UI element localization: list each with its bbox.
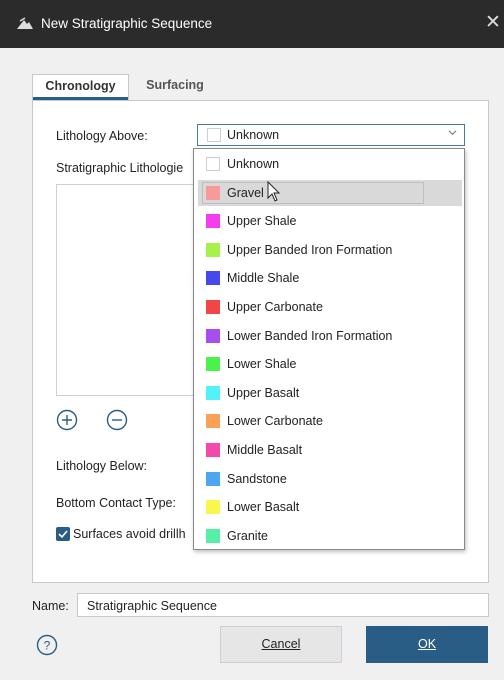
dropdown-item-lower-banded-iron-formation[interactable]: Lower Banded Iron Formation: [198, 323, 462, 349]
lithology-color-swatch: [206, 185, 220, 200]
dropdown-item-label: Upper Carbonate: [227, 300, 323, 314]
dropdown-item-label: Middle Shale: [227, 271, 300, 286]
lithology-color-swatch: [206, 500, 220, 515]
lithology-color-swatch: [206, 385, 220, 400]
dropdown-item-label: Lower Banded Iron Formation: [227, 328, 393, 343]
name-label: Name:: [32, 599, 69, 613]
tab-surfacing[interactable]: Surfacing: [135, 74, 215, 100]
dropdown-item-middle-basalt[interactable]: Middle Basalt: [198, 437, 462, 463]
lithology-color-swatch: [206, 528, 220, 543]
dropdown-item-upper-shale[interactable]: Upper Shale: [198, 208, 462, 234]
chevron-down-icon: [448, 130, 457, 136]
dropdown-item-unknown[interactable]: Unknown: [198, 151, 462, 177]
stratigraphic-lithologies-list[interactable]: [56, 184, 196, 396]
dropdown-item-upper-banded-iron-formation[interactable]: Upper Banded Iron Formation: [198, 237, 462, 263]
lithology-above-value: Unknown: [227, 128, 280, 142]
remove-icon[interactable]: [106, 409, 128, 431]
dropdown-item-label: Upper Shale: [227, 214, 297, 229]
dropdown-item-upper-basalt[interactable]: Upper Basalt: [198, 380, 462, 406]
close-icon[interactable]: ✕: [485, 13, 501, 32]
dropdown-item-label: Middle Basalt: [227, 443, 303, 457]
surfaces-avoid-label: Surfaces avoid drillh: [73, 527, 186, 541]
dropdown-item-lower-carbonate[interactable]: Lower Carbonate: [198, 408, 462, 434]
lithology-color-swatch: [206, 300, 220, 314]
lithology-dropdown-list: Unknown Gravel Upper Shale Upper Banded Iro…: [193, 148, 465, 550]
dropdown-item-label: Unknown: [227, 157, 280, 171]
name-field[interactable]: Stratigraphic Sequence: [77, 593, 489, 617]
title-bar: New Stratigraphic Sequence ✕: [0, 0, 504, 48]
lithology-color-swatch: [206, 414, 220, 429]
lithology-color-swatch: [206, 471, 220, 486]
cancel-button[interactable]: Cancel: [220, 626, 342, 663]
bottom-contact-type-label: Bottom Contact Type:: [56, 496, 176, 510]
mouse-cursor-icon: [267, 181, 281, 202]
name-field-value: Stratigraphic Sequence: [87, 599, 217, 613]
dropdown-item-label: Sandstone: [227, 471, 287, 486]
dropdown-item-gravel[interactable]: Gravel: [198, 179, 462, 206]
app-icon: [17, 17, 33, 29]
lithology-color-swatch: [206, 242, 220, 257]
help-icon[interactable]: ?: [36, 634, 58, 656]
tab-chronology[interactable]: Chronology: [32, 74, 129, 100]
ok-button[interactable]: OK: [366, 626, 488, 663]
dropdown-item-label: Lower Basalt: [227, 500, 300, 515]
dropdown-item-label: Granite: [227, 528, 268, 543]
stratigraphic-lithologies-label: Stratigraphic Lithologie: [56, 161, 184, 175]
surfaces-avoid-checkbox[interactable]: [56, 527, 70, 541]
lithology-color-swatch: [206, 357, 220, 372]
dropdown-item-label: Lower Shale: [227, 357, 297, 372]
window-title: New Stratigraphic Sequence: [41, 16, 213, 31]
lithology-below-label: Lithology Below:: [56, 459, 148, 473]
lithology-color-swatch: [206, 328, 220, 343]
lithology-above-select[interactable]: Unknown: [197, 124, 465, 146]
dropdown-item-upper-carbonate[interactable]: Upper Carbonate: [198, 294, 462, 320]
dropdown-item-lower-shale[interactable]: Lower Shale: [198, 351, 462, 377]
dropdown-item-granite[interactable]: Granite: [198, 523, 462, 549]
dropdown-item-label: Upper Banded Iron Formation: [227, 242, 393, 257]
check-icon: [58, 530, 68, 539]
dropdown-item-sandstone[interactable]: Sandstone: [198, 466, 462, 492]
dropdown-item-middle-shale[interactable]: Middle Shale: [198, 265, 462, 291]
lithology-color-swatch: [206, 214, 220, 229]
lithology-color-swatch: [206, 443, 220, 457]
lithology-above-label: Lithology Above:: [56, 129, 148, 143]
dropdown-item-lower-basalt[interactable]: Lower Basalt: [198, 494, 462, 520]
dropdown-item-label: Lower Carbonate: [227, 414, 323, 429]
lithology-color-swatch: [207, 128, 221, 142]
lithology-color-swatch: [206, 157, 220, 171]
svg-text:?: ?: [44, 639, 51, 653]
add-icon[interactable]: [56, 409, 78, 431]
dropdown-item-label: Gravel: [227, 185, 264, 200]
lithology-color-swatch: [206, 271, 220, 286]
dropdown-item-label: Upper Basalt: [227, 385, 300, 400]
